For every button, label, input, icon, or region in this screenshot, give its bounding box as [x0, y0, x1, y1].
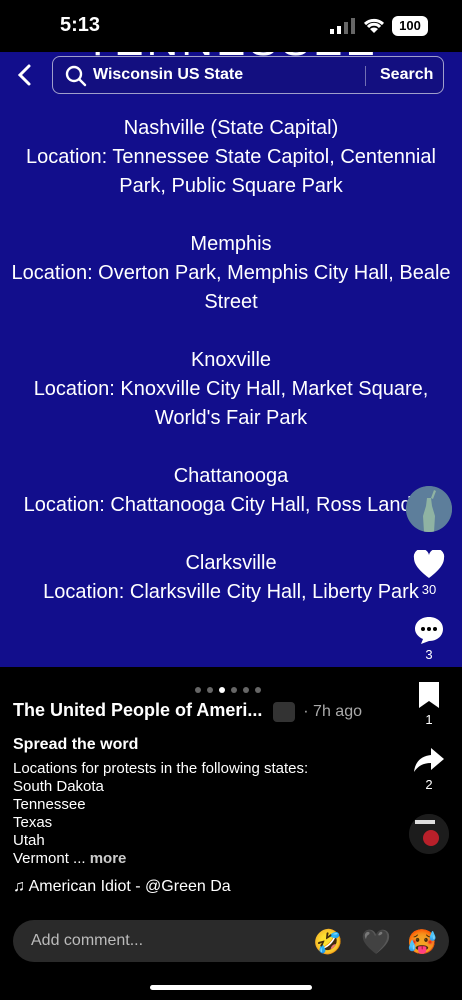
city-name: Memphis: [190, 233, 272, 255]
city-list: Nashville (State Capital) Location: Tenn…: [0, 114, 462, 636]
share-arrow-icon[interactable]: [413, 745, 445, 775]
wifi-icon: [363, 18, 385, 33]
more-link[interactable]: more: [90, 850, 127, 867]
like-action[interactable]: 30: [406, 550, 452, 597]
status-time: 5:13: [60, 14, 101, 36]
search-icon: [65, 65, 87, 87]
city-location: Location: Knoxville City Hall, Market Sq…: [33, 378, 434, 429]
status-bar: 5:13 100: [0, 0, 462, 52]
hot-face-emoji-icon[interactable]: 🥵: [407, 928, 437, 957]
author-avatar[interactable]: [406, 486, 452, 532]
search-button[interactable]: Search: [380, 66, 433, 84]
comment-placeholder[interactable]: Add comment...: [31, 932, 143, 950]
city-entry: Memphis Location: Overton Park, Memphis …: [0, 230, 462, 317]
city-entry: Clarksville Location: Clarksville City H…: [0, 549, 462, 607]
search-bar[interactable]: Wisconsin US State Search: [52, 56, 444, 94]
city-name: Nashville (State Capital): [123, 117, 339, 139]
search-divider: [365, 66, 366, 86]
city-entry: Knoxville Location: Knoxville City Hall,…: [0, 346, 462, 433]
bookmark-icon[interactable]: [416, 680, 442, 710]
heart-icon[interactable]: [413, 550, 445, 580]
statue-of-liberty-icon: [406, 486, 452, 532]
post-username[interactable]: The United People of Ameri...: [13, 700, 262, 720]
top-bar: Wisconsin US State Search: [0, 56, 462, 94]
black-heart-emoji-icon[interactable]: 🖤: [361, 928, 391, 957]
city-location: Location: Overton Park, Memphis City Hal…: [11, 262, 457, 313]
music-disc-icon[interactable]: [409, 814, 449, 854]
carousel-dot: [195, 687, 201, 693]
comment-input[interactable]: Add comment... 🤣 🖤 🥵: [13, 920, 449, 962]
comment-bubble-icon[interactable]: [413, 615, 445, 645]
carousel-indicator: [195, 680, 267, 693]
search-query[interactable]: Wisconsin US State: [93, 66, 243, 84]
carousel-dot: [207, 687, 213, 693]
photo-mode-icon: [272, 701, 295, 722]
city-entry: Nashville (State Capital) Location: Tenn…: [0, 114, 462, 201]
post-age: · 7h ago: [303, 703, 362, 720]
carousel-dot-active: [219, 687, 225, 693]
carousel-dot: [231, 687, 237, 693]
city-name: Knoxville: [190, 349, 272, 371]
carousel-dot: [243, 687, 249, 693]
share-count: 2: [425, 777, 433, 792]
post-info: The United People of Ameri... · 7h ago S…: [13, 700, 393, 896]
caption-title: Spread the word: [13, 735, 139, 753]
signal-icon: [330, 18, 355, 34]
laughing-emoji-icon[interactable]: 🤣: [313, 928, 343, 957]
home-indicator: [150, 985, 312, 990]
comment-count: 3: [425, 647, 433, 662]
album-art-icon: [409, 814, 449, 854]
caption-text: Locations for protests in the following …: [13, 760, 393, 868]
music-track[interactable]: ♫ American Idiot - @Green Da: [13, 878, 393, 896]
city-name: Clarksville: [185, 552, 277, 574]
carousel-dot: [255, 687, 261, 693]
back-arrow-icon[interactable]: [14, 62, 36, 88]
city-location: Location: Clarksville City Hall, Liberty…: [43, 581, 419, 603]
comment-action[interactable]: 3: [406, 615, 452, 662]
city-name: Chattanooga: [173, 465, 289, 487]
action-column: 30 3 1 2: [406, 486, 452, 854]
caption-body: Locations for protests in the following …: [13, 759, 309, 867]
city-entry: Chattanooga Location: Chattanooga City H…: [0, 462, 462, 520]
save-count: 1: [425, 712, 433, 727]
post-image-slide[interactable]: TENNESSEE Nashville (State Capital) Loca…: [0, 52, 462, 667]
save-action[interactable]: 1: [406, 680, 452, 727]
city-location: Location: Tennessee State Capitol, Cente…: [26, 146, 442, 197]
like-count: 30: [421, 582, 437, 597]
city-location: Location: Chattanooga City Hall, Ross La…: [23, 494, 439, 516]
battery-icon: 100: [392, 16, 428, 36]
share-action[interactable]: 2: [406, 745, 452, 792]
